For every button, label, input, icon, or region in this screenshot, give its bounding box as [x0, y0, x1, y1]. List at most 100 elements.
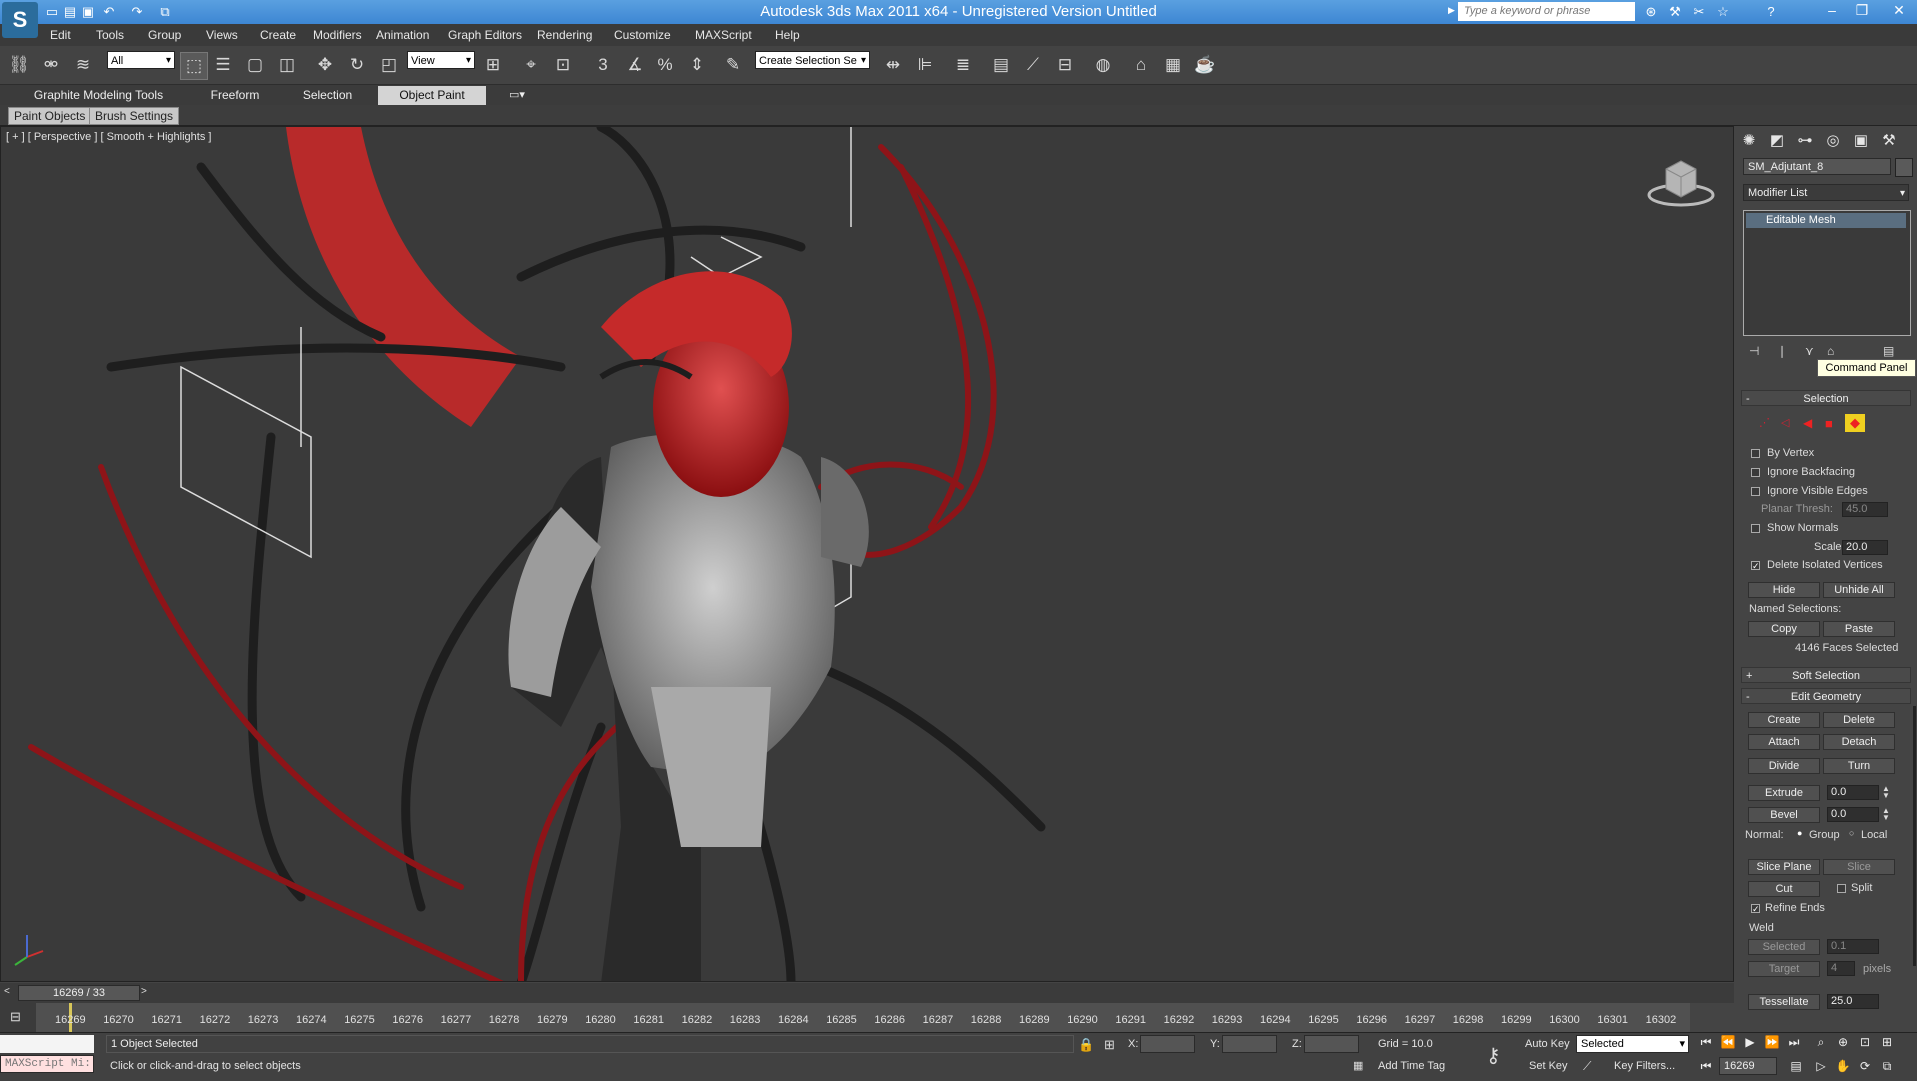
render-teapot-icon[interactable]: ☕ [1192, 52, 1218, 78]
refine-ends-checkbox[interactable]: ✓ [1751, 904, 1760, 914]
render-setup-icon[interactable]: ⌂ [1128, 52, 1154, 78]
window-crossing-icon[interactable]: ◫ [274, 52, 300, 78]
turn-button[interactable]: Turn [1823, 758, 1895, 774]
select-object-icon[interactable]: ⬚ [180, 52, 208, 80]
next-frame-button-icon[interactable]: ⏩ [1763, 1033, 1781, 1051]
set-key-icon[interactable]: ⟋ [1583, 1059, 1591, 1074]
stack-item-editable-mesh[interactable]: Editable Mesh [1746, 213, 1906, 228]
unlink-icon[interactable]: ⚮ [38, 52, 64, 78]
split-checkbox[interactable] [1837, 884, 1846, 893]
ignore-backfacing-checkbox[interactable] [1751, 468, 1760, 477]
weld-threshold-spinner[interactable]: 0.1 [1827, 939, 1879, 954]
favorites-star-icon[interactable]: ☆ [1712, 2, 1734, 22]
prev-frame-icon[interactable]: < [4, 986, 10, 997]
go-to-end-icon[interactable]: ⏭ [1785, 1033, 1803, 1051]
time-configuration-icon[interactable]: ▤ [1787, 1057, 1805, 1075]
extrude-button[interactable]: Extrude [1748, 785, 1820, 801]
local-radio[interactable]: ○ [1849, 828, 1854, 838]
slice-button[interactable]: Slice [1823, 859, 1895, 875]
scale-icon[interactable]: ◰ [376, 52, 402, 78]
bevel-spinner[interactable]: 0.0 [1827, 807, 1879, 822]
hide-button[interactable]: Hide [1748, 582, 1820, 598]
communication-icon[interactable]: ✂ [1688, 2, 1710, 22]
copy-button[interactable]: Copy [1748, 621, 1820, 637]
select-and-link-icon[interactable]: ⛓ [6, 52, 32, 78]
object-color-swatch[interactable] [1895, 158, 1913, 177]
track-bar[interactable]: ⊟ 16269 16270 16271 16272 16273 16274 16275 162… [0, 1003, 1690, 1032]
key-icon[interactable]: ⚷ [1486, 1043, 1501, 1068]
menu-help[interactable]: Help [775, 24, 800, 46]
percent-snap-icon[interactable]: % [652, 52, 678, 78]
weld-selected-button[interactable]: Selected [1748, 939, 1820, 955]
current-frame-field[interactable]: 16269 [1719, 1057, 1777, 1075]
reference-coordinate-dropdown[interactable]: View [407, 51, 475, 70]
viewcube-icon[interactable] [1646, 157, 1716, 207]
play-icon[interactable]: ▶ [1741, 1033, 1759, 1051]
zoom-icon[interactable]: ⌕ [1812, 1033, 1830, 1051]
select-manipulate-icon[interactable]: ⌖ [518, 52, 544, 78]
y-coordinate-field[interactable] [1222, 1035, 1277, 1053]
set-key-button[interactable]: Set Key [1529, 1057, 1568, 1075]
menu-animation[interactable]: Animation [376, 24, 429, 46]
cut-button[interactable]: Cut [1748, 881, 1820, 897]
configure-modifier-sets-icon[interactable]: ▤ [1883, 344, 1894, 358]
z-coordinate-field[interactable] [1304, 1035, 1359, 1053]
search-input[interactable]: Type a keyword or phrase [1458, 2, 1635, 21]
planar-thresh-spinner[interactable]: 45.0 [1842, 502, 1888, 517]
zoom-extents-all-icon[interactable]: ⊞ [1878, 1033, 1896, 1051]
weld-target-spinner[interactable]: 4 [1827, 961, 1855, 976]
schematic-view-icon[interactable]: ⊟ [1052, 52, 1078, 78]
panel-paint-objects[interactable]: Paint Objects [8, 107, 92, 125]
absolute-transform-icon[interactable]: ⊞ [1104, 1037, 1115, 1053]
named-selection-dropdown[interactable]: Create Selection Se [755, 51, 870, 70]
graphite-toggle-icon[interactable]: ▤ [988, 52, 1014, 78]
display-panel-icon[interactable]: ▣ [1849, 130, 1873, 152]
rollout-edit-geometry[interactable]: - Edit Geometry [1741, 688, 1911, 704]
make-unique-icon[interactable]: ⋎ [1805, 344, 1814, 358]
show-end-result-icon[interactable]: ❘ [1777, 344, 1787, 358]
select-by-name-icon[interactable]: ☰ [210, 52, 236, 78]
menu-group[interactable]: Group [148, 24, 181, 46]
normals-scale-spinner[interactable]: 20.0 [1842, 540, 1888, 555]
unhide-all-button[interactable]: Unhide All [1823, 582, 1895, 598]
extrude-spinner[interactable]: 0.0 [1827, 785, 1879, 800]
menu-customize[interactable]: Customize [614, 24, 671, 46]
modify-panel-icon[interactable]: ◩ [1765, 130, 1789, 152]
paste-button[interactable]: Paste [1823, 621, 1895, 637]
utilities-panel-icon[interactable]: ⚒ [1877, 130, 1901, 152]
edit-named-selection-icon[interactable]: ✎ [720, 52, 746, 78]
spinner-arrows-icon[interactable]: ▲ ▼ [1882, 785, 1890, 800]
maxscript-listener[interactable]: MAXScript Mi: [0, 1055, 94, 1073]
group-radio[interactable]: ● [1797, 828, 1802, 838]
keyboard-shortcut-override-icon[interactable]: ⊡ [550, 52, 576, 78]
maxscript-input[interactable] [0, 1035, 94, 1053]
spinner-snap-icon[interactable]: ⇕ [684, 52, 710, 78]
move-icon[interactable]: ✥ [312, 52, 338, 78]
redo-icon[interactable]: ↷ [128, 3, 146, 20]
rendered-frame-icon[interactable]: ▦ [1160, 52, 1186, 78]
spinner-arrows-icon[interactable]: ▲ ▼ [1882, 807, 1890, 822]
lock-selection-icon[interactable]: 🔒 [1078, 1037, 1094, 1053]
pin-stack-icon[interactable]: ⊣ [1749, 344, 1759, 358]
add-time-tag[interactable]: Add Time Tag [1378, 1057, 1445, 1075]
time-slider[interactable]: < 16269 / 33 > [0, 983, 1734, 1003]
x-coordinate-field[interactable] [1140, 1035, 1195, 1053]
menu-maxscript[interactable]: MAXScript [695, 24, 752, 46]
weld-target-button[interactable]: Target [1748, 961, 1820, 977]
element-level-icon[interactable]: ◆ [1845, 414, 1865, 432]
create-panel-icon[interactable]: ✺ [1737, 130, 1761, 152]
auto-key-button[interactable]: Auto Key [1525, 1035, 1570, 1053]
ignore-visible-edges-checkbox[interactable] [1751, 487, 1760, 496]
material-editor-icon[interactable]: ◍ [1090, 52, 1116, 78]
divide-button[interactable]: Divide [1748, 758, 1820, 774]
maximize-viewport-icon[interactable]: ⧉ [1878, 1057, 1896, 1075]
zoom-extents-icon[interactable]: ⊡ [1856, 1033, 1874, 1051]
bevel-button[interactable]: Bevel [1748, 807, 1820, 823]
key-mode-dropdown[interactable]: Selected ▾ [1576, 1035, 1689, 1053]
app-logo-icon[interactable]: S [2, 2, 38, 38]
mirror-icon[interactable]: ⇹ [880, 52, 906, 78]
menu-create[interactable]: Create [260, 24, 296, 46]
detach-button[interactable]: Detach [1823, 734, 1895, 750]
create-button[interactable]: Create [1748, 712, 1820, 728]
pivot-center-icon[interactable]: ⊞ [480, 52, 506, 78]
